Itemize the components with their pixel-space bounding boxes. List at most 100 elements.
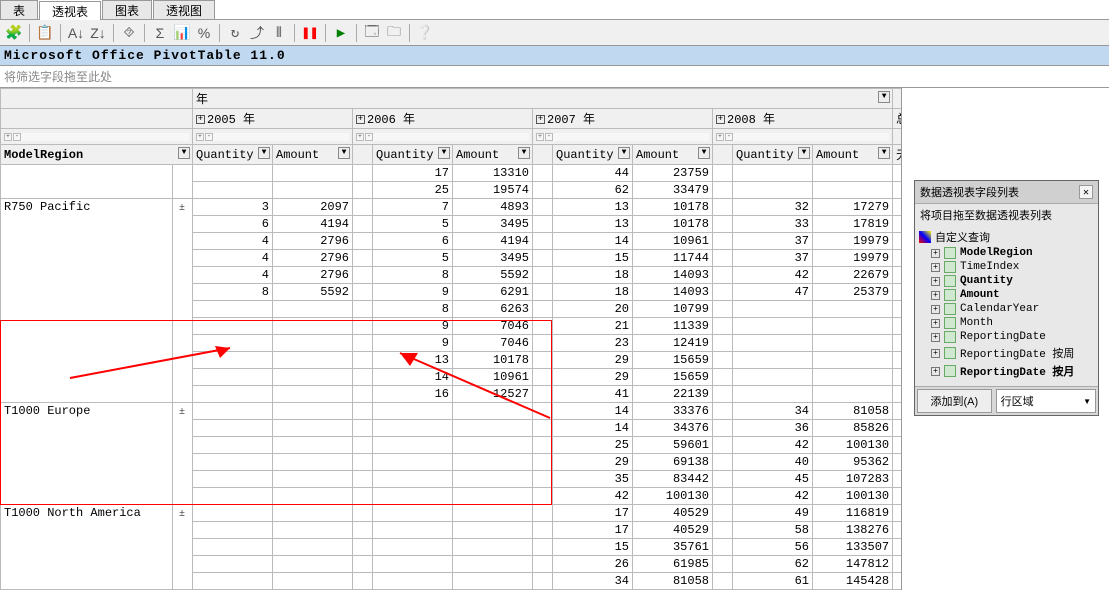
data-cell[interactable]: 4 <box>193 250 273 267</box>
data-cell[interactable] <box>193 301 273 318</box>
data-cell[interactable]: 19574 <box>453 182 533 199</box>
expand-icon[interactable]: + <box>931 319 940 328</box>
chevron-down-icon[interactable]: ▼ <box>1083 397 1091 406</box>
data-cell[interactable]: 47 <box>733 284 813 301</box>
data-cell[interactable]: 9 <box>373 318 453 335</box>
tab-table[interactable]: 表 <box>0 0 38 19</box>
data-cell[interactable]: 25 <box>373 182 453 199</box>
tab-pivottable[interactable]: 透视表 <box>39 1 101 20</box>
year-2007-header[interactable]: +2007 年 <box>533 109 713 129</box>
data-cell[interactable]: 37 <box>733 233 813 250</box>
data-cell[interactable] <box>373 488 453 505</box>
data-cell[interactable]: 59601 <box>633 437 713 454</box>
data-cell[interactable] <box>893 403 902 420</box>
data-cell[interactable] <box>733 335 813 352</box>
quantity-header-07[interactable]: Quantity▼ <box>553 145 633 165</box>
data-cell[interactable] <box>193 522 273 539</box>
data-cell[interactable] <box>533 539 553 556</box>
expand-icon[interactable]: + <box>931 249 940 258</box>
data-cell[interactable]: 17 <box>553 522 633 539</box>
data-cell[interactable] <box>733 386 813 403</box>
refresh-icon[interactable]: ↻ <box>225 23 245 43</box>
data-cell[interactable] <box>533 216 553 233</box>
data-cell[interactable] <box>453 556 533 573</box>
year-2006-header[interactable]: +2006 年 <box>353 109 533 129</box>
modelregion-header[interactable]: ModelRegion▼ <box>1 145 193 165</box>
data-cell[interactable]: 23759 <box>633 165 713 182</box>
data-cell[interactable] <box>353 335 373 352</box>
data-cell[interactable] <box>273 386 353 403</box>
data-cell[interactable]: 14093 <box>633 267 713 284</box>
data-cell[interactable]: 14 <box>553 233 633 250</box>
data-cell[interactable] <box>453 403 533 420</box>
data-cell[interactable] <box>813 301 893 318</box>
data-cell[interactable] <box>453 522 533 539</box>
data-cell[interactable] <box>373 505 453 522</box>
open-icon[interactable]: 🗀 <box>384 23 404 43</box>
data-cell[interactable] <box>893 539 902 556</box>
data-cell[interactable]: 4 <box>193 267 273 284</box>
field-item[interactable]: +ReportingDate 按月 <box>919 362 1094 380</box>
data-cell[interactable]: 12527 <box>453 386 533 403</box>
data-cell[interactable] <box>893 488 902 505</box>
data-cell[interactable]: 40529 <box>633 522 713 539</box>
data-cell[interactable]: 44 <box>553 165 633 182</box>
data-cell[interactable]: 29 <box>553 369 633 386</box>
data-cell[interactable] <box>533 284 553 301</box>
data-cell[interactable] <box>353 471 373 488</box>
data-cell[interactable]: 18 <box>553 284 633 301</box>
data-cell[interactable]: 16 <box>373 386 453 403</box>
data-cell[interactable] <box>193 403 273 420</box>
data-cell[interactable] <box>733 352 813 369</box>
data-cell[interactable]: 29 <box>553 352 633 369</box>
data-cell[interactable]: 10961 <box>453 369 533 386</box>
data-cell[interactable]: 33376 <box>633 403 713 420</box>
data-cell[interactable] <box>533 165 553 182</box>
data-cell[interactable]: 34 <box>553 573 633 590</box>
data-cell[interactable] <box>533 301 553 318</box>
data-cell[interactable] <box>713 233 733 250</box>
data-cell[interactable] <box>353 199 373 216</box>
data-cell[interactable]: 34376 <box>633 420 713 437</box>
data-cell[interactable]: 133507 <box>813 539 893 556</box>
data-cell[interactable] <box>273 505 353 522</box>
data-cell[interactable] <box>273 165 353 182</box>
data-cell[interactable] <box>533 488 553 505</box>
data-cell[interactable]: 7046 <box>453 318 533 335</box>
data-cell[interactable] <box>353 403 373 420</box>
data-cell[interactable] <box>353 250 373 267</box>
data-cell[interactable]: 10178 <box>453 352 533 369</box>
data-cell[interactable] <box>713 335 733 352</box>
data-cell[interactable]: 4194 <box>273 216 353 233</box>
data-cell[interactable] <box>533 522 553 539</box>
data-cell[interactable]: 22679 <box>813 267 893 284</box>
data-cell[interactable]: 4194 <box>453 233 533 250</box>
data-cell[interactable] <box>713 539 733 556</box>
data-cell[interactable]: 138276 <box>813 522 893 539</box>
data-cell[interactable] <box>533 233 553 250</box>
data-cell[interactable] <box>733 165 813 182</box>
expand-icon[interactable]: + <box>931 291 940 300</box>
data-cell[interactable]: 45 <box>733 471 813 488</box>
data-cell[interactable]: 18 <box>553 267 633 284</box>
expand-icon[interactable]: + <box>931 367 940 376</box>
data-cell[interactable] <box>713 556 733 573</box>
data-cell[interactable]: 2796 <box>273 267 353 284</box>
data-cell[interactable]: 29 <box>553 454 633 471</box>
data-cell[interactable]: 17 <box>553 505 633 522</box>
data-cell[interactable] <box>533 182 553 199</box>
data-cell[interactable]: 15659 <box>633 369 713 386</box>
data-cell[interactable] <box>893 199 902 216</box>
data-cell[interactable]: 22139 <box>633 386 713 403</box>
data-cell[interactable]: 23 <box>553 335 633 352</box>
data-cell[interactable]: 10178 <box>633 199 713 216</box>
data-cell[interactable]: 8 <box>193 284 273 301</box>
data-cell[interactable]: 14 <box>553 403 633 420</box>
data-cell[interactable] <box>713 403 733 420</box>
data-cell[interactable] <box>533 335 553 352</box>
data-cell[interactable]: 100130 <box>813 488 893 505</box>
data-cell[interactable] <box>733 369 813 386</box>
data-cell[interactable]: 62 <box>733 556 813 573</box>
data-cell[interactable] <box>713 182 733 199</box>
data-cell[interactable] <box>533 573 553 590</box>
